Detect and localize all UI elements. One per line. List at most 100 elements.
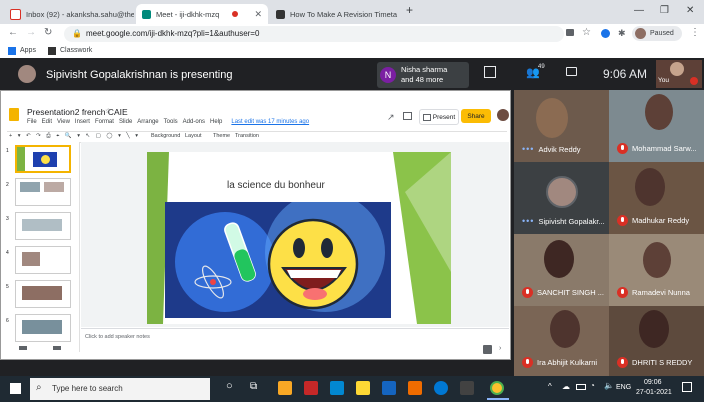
language-indicator[interactable]: ENG — [616, 384, 631, 391]
filmstrip-view-icon[interactable] — [53, 346, 61, 350]
office-icon[interactable] — [304, 381, 318, 395]
more-menu-icon[interactable]: ⋮ — [690, 27, 700, 38]
volume-icon[interactable]: 🔈 — [604, 381, 614, 390]
tab-meet[interactable]: Meet - iji-dkhk-mzq ✕ — [136, 4, 268, 24]
participant-tile[interactable]: Madhukar Reddy — [609, 162, 704, 234]
slide-thumbnail-4[interactable] — [15, 246, 71, 274]
participant-name: SANCHIT SINGH ... — [537, 288, 604, 297]
transition-button[interactable]: Transition — [235, 133, 259, 139]
menu-slide[interactable]: Slide — [119, 119, 132, 125]
task-view-icon[interactable]: ⧉ — [250, 381, 257, 392]
camera-icon[interactable] — [566, 29, 574, 36]
present-button[interactable]: Present — [419, 109, 459, 125]
last-edit-link[interactable]: Last edit was 17 minutes ago — [231, 119, 309, 125]
menu-help[interactable]: Help — [210, 119, 222, 125]
participant-tile[interactable]: Ramadevi Nunna — [609, 234, 704, 306]
slide-number: 4 — [6, 250, 9, 256]
profile-button[interactable]: Paused — [632, 26, 682, 41]
close-tab-icon[interactable]: ✕ — [250, 9, 262, 20]
bookmark-apps[interactable]: Apps — [20, 47, 36, 54]
slide-thumbnail-2[interactable] — [15, 178, 71, 206]
paint-icon[interactable] — [408, 381, 422, 395]
star-icon[interactable]: ☆ — [582, 27, 591, 38]
layout-button[interactable]: Layout — [185, 133, 202, 139]
maximize-icon[interactable]: ❐ — [660, 5, 669, 16]
thumb-smiley — [41, 155, 50, 164]
participant-tile[interactable]: ••• Advik Reddy — [514, 90, 609, 162]
taskbar-date[interactable]: 27-01-2021 — [636, 389, 672, 396]
current-slide[interactable]: la science du bonheur — [147, 152, 451, 324]
onedrive-icon[interactable]: ☁ — [562, 382, 570, 391]
menu-view[interactable]: View — [57, 119, 70, 125]
slide-thumbnail-5[interactable] — [15, 280, 71, 308]
participant-tile[interactable]: Mohammad Sarw... — [609, 90, 704, 162]
present-label: Present — [432, 113, 456, 121]
edge-icon[interactable] — [434, 381, 448, 395]
collapse-icon[interactable]: › — [499, 345, 501, 352]
bookmark-classwork[interactable]: Classwork — [60, 47, 92, 54]
battery-icon[interactable] — [576, 384, 586, 390]
user-avatar[interactable] — [497, 109, 509, 121]
explore-icon[interactable] — [483, 345, 492, 354]
taskbar-time[interactable]: 09:06 — [644, 379, 662, 386]
minimize-icon[interactable]: — — [634, 5, 644, 16]
wifi-icon[interactable]: ◔ — [590, 381, 595, 390]
star-icon[interactable]: ☆ — [105, 107, 111, 115]
sticky-notes-icon[interactable] — [356, 381, 370, 395]
comment-icon[interactable] — [403, 112, 412, 120]
close-window-icon[interactable]: ✕ — [686, 5, 694, 16]
trend-icon[interactable]: ↗ — [387, 112, 395, 123]
menu-arrange[interactable]: Arrange — [137, 119, 158, 125]
participant-tile[interactable]: DHRITI S REDDY — [609, 306, 704, 376]
reload-icon[interactable]: ↻ — [44, 27, 52, 38]
participant-name: Ira Abhijit Kulkarni — [537, 358, 598, 367]
menu-edit[interactable]: Edit — [42, 119, 52, 125]
tray-chevron-icon[interactable]: ^ — [548, 382, 552, 391]
background-button[interactable]: Background — [151, 133, 180, 139]
tab-revision[interactable]: How To Make A Revision Timeta ✕ — [270, 4, 400, 24]
participant-video — [544, 240, 574, 278]
slide-thumbnail-3[interactable] — [15, 212, 71, 240]
grid-view-icon[interactable] — [19, 346, 27, 350]
slide-thumbnail-1[interactable] — [15, 145, 71, 173]
address-bar[interactable]: 🔒 meet.google.com/iji-dkhk-mzq?pli=1&aut… — [64, 26, 564, 42]
mail-icon[interactable] — [330, 381, 344, 395]
notification-center-icon[interactable] — [682, 382, 692, 392]
tab-title: How To Make A Revision Timeta — [290, 9, 397, 19]
menu-addons[interactable]: Add-ons — [183, 119, 205, 125]
store-icon[interactable] — [460, 381, 474, 395]
slide-thumbnail-6[interactable] — [15, 314, 71, 342]
share-label: Share — [467, 112, 485, 120]
file-explorer-icon[interactable] — [278, 381, 292, 395]
participant-tile[interactable]: SANCHIT SINGH ... — [514, 234, 609, 306]
puzzle-icon[interactable]: ✱ — [618, 28, 626, 39]
speaker-notes[interactable]: Click to add speaker notes — [85, 334, 150, 340]
participant-tile[interactable]: Ira Abhijit Kulkarni — [514, 306, 609, 376]
layout-icon[interactable] — [484, 66, 496, 78]
toolbar-tools-icon[interactable]: + ▾ ↶ ↷ ⎙ ⌖ 🔍 ▾ ↖ ▢ ◯ ▾ ╲ ▾ — [9, 133, 140, 140]
chat-icon[interactable] — [566, 67, 577, 76]
windows-start-icon[interactable] — [10, 383, 21, 394]
tab-title: Meet - iji-dkhk-mzq — [156, 9, 220, 19]
slide-number: 3 — [6, 216, 9, 222]
back-icon[interactable]: ← — [8, 27, 18, 38]
participants-chip[interactable]: N Nisha sharma and 48 more — [377, 62, 469, 88]
tab-gmail[interactable]: Inbox (92) - akanksha.sahu@the ✕ — [4, 4, 134, 24]
theme-button[interactable]: Theme — [213, 133, 230, 139]
close-tab-icon[interactable]: ✕ — [397, 9, 400, 20]
extension-icon[interactable] — [601, 29, 610, 38]
bookmarks-bar: Apps Classwork — [0, 44, 704, 59]
taskbar-search[interactable]: ⌕ Type here to search — [30, 378, 210, 400]
chrome-icon[interactable] — [490, 381, 504, 395]
share-button[interactable]: Share — [461, 109, 491, 123]
photos-icon[interactable] — [382, 381, 396, 395]
cortana-icon[interactable]: ○ — [226, 380, 233, 392]
menu-tools[interactable]: Tools — [164, 119, 178, 125]
menu-insert[interactable]: Insert — [75, 119, 90, 125]
participant-tile[interactable]: ••• Sipivisht Gopalakr... — [514, 162, 609, 234]
menu-file[interactable]: File — [27, 119, 37, 125]
new-tab-button[interactable]: + — [406, 3, 413, 17]
forward-icon[interactable]: → — [26, 27, 36, 38]
document-title[interactable]: Presentation2 french CAIE — [27, 107, 128, 117]
menu-format[interactable]: Format — [95, 119, 114, 125]
